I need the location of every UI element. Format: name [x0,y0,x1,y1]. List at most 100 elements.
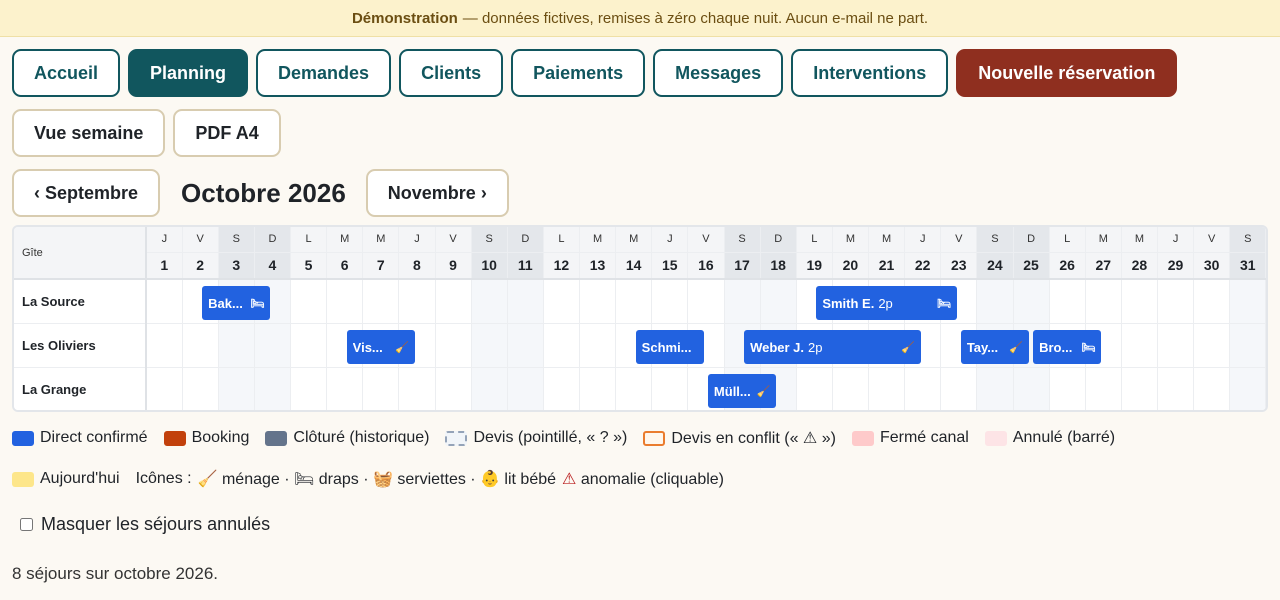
anomaly-legend[interactable]: ⚠ anomalie (cliquable) [562,469,724,489]
day-cell[interactable] [146,323,183,368]
hide-cancelled-toggle[interactable]: Masquer les séjours annulés [20,514,270,535]
day-cell[interactable] [290,279,328,324]
stay-bar[interactable]: Bro... 🛏 [1033,330,1102,364]
new-reservation-button[interactable]: Nouvelle réservation [956,49,1178,97]
nav-accueil[interactable]: Accueil [12,49,121,97]
day-cell[interactable] [362,279,400,324]
day-cell[interactable] [326,367,364,410]
day-cell[interactable] [435,323,472,368]
day-cell[interactable] [471,367,508,410]
stay-bar[interactable]: Smith E. 2p 🛏 [816,286,957,320]
day-cell[interactable] [615,279,653,324]
stay-bar[interactable]: Müll... 🧹 [707,374,777,408]
day-number: 24 [976,252,1014,280]
day-letter: M [579,227,617,253]
nav-demandes[interactable]: Demandes [256,49,392,97]
day-cell[interactable] [1085,367,1122,410]
day-cell[interactable] [182,367,219,410]
day-number: 31 [1229,252,1266,280]
day-letter: S [976,227,1014,253]
day-cell[interactable] [182,323,219,368]
day-number: 22 [904,252,942,280]
day-number: 3 [218,252,255,280]
day-cell[interactable] [1121,367,1159,410]
day-cell[interactable] [579,367,617,410]
stay-guest-name: Bro... [1039,339,1073,355]
hide-cancelled-checkbox[interactable] [20,518,33,531]
day-cell[interactable] [146,279,183,324]
day-cell[interactable] [1157,279,1195,324]
day-cell[interactable] [254,367,292,410]
day-cell[interactable] [1121,323,1159,368]
day-cell[interactable] [651,367,689,410]
prev-month-button[interactable]: ‹ Septembre [12,169,161,217]
day-cell[interactable] [1193,367,1231,410]
day-cell[interactable] [904,367,942,410]
day-cell[interactable] [760,279,797,324]
day-cell[interactable] [290,323,328,368]
nav-interventions[interactable]: Interventions [791,49,949,97]
day-cell[interactable] [1193,279,1231,324]
day-cell[interactable] [687,279,725,324]
day-cell[interactable] [615,367,653,410]
day-cell[interactable] [1229,367,1266,410]
day-cell[interactable] [1157,323,1195,368]
day-cell[interactable] [290,367,328,410]
day-cell[interactable] [254,323,292,368]
nav-paiements[interactable]: Paiements [511,49,646,97]
day-cell[interactable] [435,279,472,324]
day-cell[interactable] [398,367,436,410]
nav-clients[interactable]: Clients [399,49,504,97]
day-cell[interactable] [398,279,436,324]
day-cell[interactable] [1049,367,1086,410]
day-cell[interactable] [651,279,689,324]
day-cell[interactable] [471,279,508,324]
month-title: Octobre 2026 [181,177,346,208]
nav-planning[interactable]: Planning [128,49,249,97]
day-cell[interactable] [1193,323,1231,368]
day-cell[interactable] [940,367,978,410]
day-cell[interactable] [1157,367,1195,410]
day-cell[interactable] [579,279,617,324]
day-cell[interactable] [832,367,870,410]
stay-bar[interactable]: Bak... 🛏 [202,286,271,320]
legend-item: Direct confirmé [12,429,148,447]
day-cell[interactable] [1229,279,1266,324]
day-cell[interactable] [868,367,906,410]
day-cell[interactable] [543,279,581,324]
stay-bar[interactable]: Tay... 🧹 [960,330,1030,364]
day-cell[interactable] [543,367,581,410]
day-cell[interactable] [796,367,833,410]
day-cell[interactable] [362,367,400,410]
day-cell[interactable] [507,279,544,324]
day-cell[interactable] [579,323,617,368]
day-cell[interactable] [1121,279,1159,324]
day-cell[interactable] [218,367,255,410]
stay-bar[interactable]: Vis... 🧹 [346,330,415,364]
day-cell[interactable] [543,323,581,368]
day-cell[interactable] [976,367,1014,410]
day-cell[interactable] [724,279,761,324]
day-cell[interactable] [326,279,364,324]
day-cell[interactable] [218,323,255,368]
next-month-button[interactable]: Novembre › [365,169,509,217]
day-cell[interactable] [507,323,544,368]
day-cell[interactable] [1013,367,1050,410]
day-cell[interactable] [146,367,183,410]
day-cell[interactable] [976,279,1014,324]
day-cell[interactable] [1013,279,1050,324]
stay-bar[interactable]: Weber J. 2p 🧹 [744,330,921,364]
day-cell[interactable] [435,367,472,410]
nav-messages[interactable]: Messages [653,49,784,97]
day-cell[interactable] [507,367,544,410]
day-cell[interactable] [471,323,508,368]
week-view-button[interactable]: Vue semaine [12,109,166,157]
day-cell[interactable] [1049,279,1086,324]
stay-bar[interactable]: Schmi... [635,330,704,364]
day-cell[interactable] [1229,323,1266,368]
day-cell[interactable] [1085,279,1122,324]
day-number: 13 [579,252,617,280]
gite-name: Les Oliviers [14,323,147,368]
pdf-a4-button[interactable]: PDF A4 [173,109,281,157]
legend-item: Devis en conflit (« ⚠ ») [643,428,836,448]
